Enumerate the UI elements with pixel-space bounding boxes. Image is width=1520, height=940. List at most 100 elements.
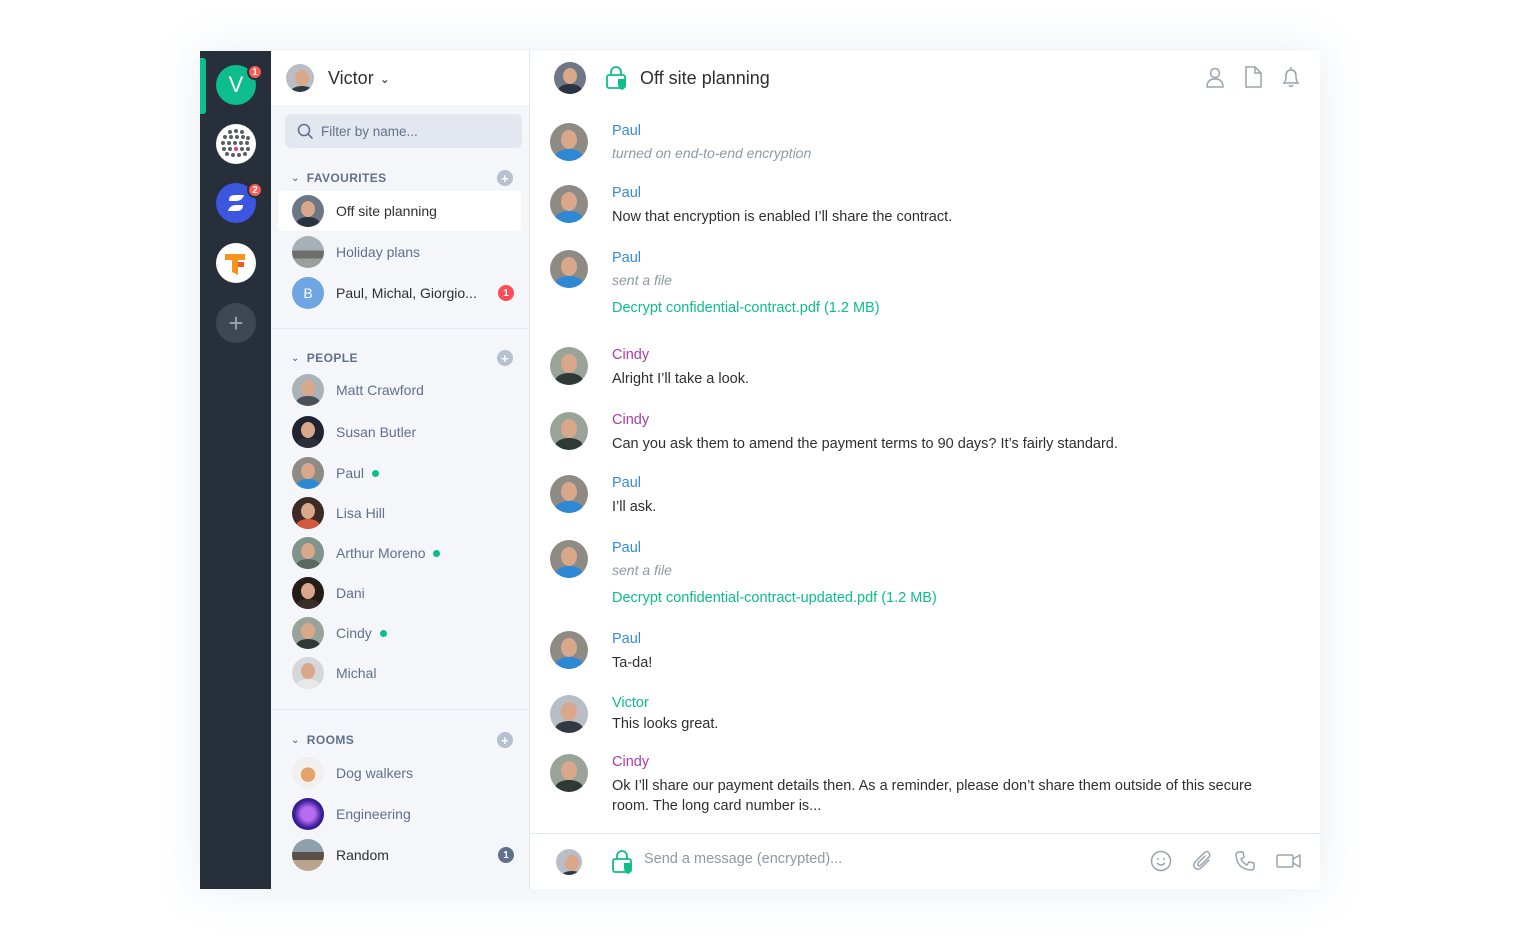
sender-name[interactable]: Paul bbox=[612, 185, 641, 201]
sender-name[interactable]: Paul bbox=[612, 250, 641, 266]
room-avatar bbox=[292, 236, 324, 268]
room-view: Off site planning Paul turned on end-to-… bbox=[530, 51, 1320, 889]
room-header: Off site planning bbox=[530, 51, 1320, 105]
people-header[interactable]: ⌄ PEOPLE + bbox=[271, 345, 529, 371]
room-item-engineering[interactable]: Engineering bbox=[278, 794, 521, 834]
section-divider bbox=[271, 709, 529, 710]
message-body-line-1: Ok I’ll share our payment details then. … bbox=[612, 778, 1252, 794]
sender-avatar[interactable] bbox=[550, 631, 588, 669]
sender-name[interactable]: Cindy bbox=[612, 412, 649, 428]
person-name: Matt Crawford bbox=[336, 382, 424, 398]
online-indicator bbox=[372, 469, 380, 477]
user-name: Victor bbox=[328, 67, 374, 88]
room-avatar: B bbox=[292, 277, 324, 309]
room-item-group-dm[interactable]: B Paul, Michal, Giorgio... 1 bbox=[278, 273, 521, 313]
room-item-holiday-plans[interactable]: Holiday plans bbox=[278, 232, 521, 272]
room-name: Dog walkers bbox=[336, 765, 414, 781]
message-body: I’ll ask. bbox=[612, 499, 657, 515]
room-name: Engineering bbox=[336, 806, 411, 822]
sender-name[interactable]: Paul bbox=[612, 475, 641, 491]
room-header-avatar[interactable] bbox=[554, 62, 586, 94]
person-name: Michal bbox=[336, 665, 377, 681]
blue-space-badge: 2 bbox=[247, 182, 263, 198]
sender-avatar[interactable] bbox=[550, 412, 588, 450]
message-body: Now that encryption is enabled I’ll shar… bbox=[612, 209, 953, 225]
sender-avatar[interactable] bbox=[550, 540, 588, 578]
dm-item-susan-butler[interactable]: Susan Butler bbox=[278, 412, 521, 452]
online-indicator bbox=[433, 549, 441, 557]
add-space-label: + bbox=[228, 307, 244, 338]
sender-name[interactable]: Paul bbox=[612, 540, 641, 556]
sender-avatar[interactable] bbox=[550, 754, 588, 792]
active-space-indicator bbox=[200, 58, 206, 114]
person-icon[interactable] bbox=[1204, 65, 1226, 89]
add-room-button[interactable]: + bbox=[497, 732, 513, 748]
people-section: ⌄ PEOPLE + bbox=[271, 345, 529, 371]
add-favourite-button[interactable]: + bbox=[497, 170, 513, 186]
sender-avatar[interactable] bbox=[550, 185, 588, 223]
room-name: Off site planning bbox=[336, 203, 437, 219]
message-notice: sent a file bbox=[612, 272, 672, 288]
sender-name[interactable]: Victor bbox=[612, 695, 649, 711]
sender-name[interactable]: Paul bbox=[612, 123, 641, 139]
add-space-button[interactable]: + bbox=[216, 303, 256, 343]
app-window: V 1 2 + Victor ⌄ Filter by name... ⌄ FAV… bbox=[200, 51, 1320, 889]
sender-name[interactable]: Paul bbox=[612, 631, 641, 647]
room-item-dog-walkers[interactable]: Dog walkers bbox=[278, 753, 521, 793]
sender-avatar[interactable] bbox=[550, 250, 588, 288]
person-name: Arthur Moreno bbox=[336, 545, 426, 561]
decrypt-file-link[interactable]: Decrypt confidential-contract-updated.pd… bbox=[612, 590, 937, 606]
person-avatar bbox=[292, 657, 324, 689]
person-avatar bbox=[292, 497, 324, 529]
dot-pattern-icon bbox=[221, 129, 250, 157]
message-body: This looks great. bbox=[612, 716, 719, 732]
unread-badge: 1 bbox=[498, 285, 514, 301]
rooms-header[interactable]: ⌄ ROOMS + bbox=[271, 727, 529, 753]
sender-name[interactable]: Cindy bbox=[612, 347, 649, 363]
phone-icon[interactable] bbox=[1234, 850, 1256, 872]
message-input[interactable] bbox=[644, 851, 1124, 867]
filter-input[interactable] bbox=[321, 123, 501, 139]
dm-item-michal[interactable]: Michal bbox=[278, 653, 521, 693]
sender-avatar[interactable] bbox=[550, 123, 588, 161]
message-body: Can you ask them to amend the payment te… bbox=[612, 436, 1118, 452]
bell-icon[interactable] bbox=[1280, 65, 1302, 89]
home-space-initial: V bbox=[228, 72, 244, 97]
dm-item-arthur-moreno[interactable]: Arthur Moreno bbox=[278, 533, 521, 573]
message-composer bbox=[530, 833, 1320, 889]
message-notice: turned on end-to-end encryption bbox=[612, 145, 812, 161]
person-name: Lisa Hill bbox=[336, 505, 386, 521]
paperclip-icon[interactable] bbox=[1192, 850, 1214, 872]
dm-item-cindy[interactable]: Cindy bbox=[278, 613, 521, 653]
dm-item-matt-crawford[interactable]: Matt Crawford bbox=[278, 370, 521, 410]
filter-box bbox=[285, 114, 522, 148]
file-icon[interactable] bbox=[1242, 65, 1264, 89]
unread-badge: 1 bbox=[498, 847, 514, 863]
room-name: Random bbox=[336, 847, 389, 863]
favourites-header[interactable]: ⌄ FAVOURITES + bbox=[271, 165, 529, 191]
start-chat-button[interactable]: + bbox=[497, 350, 513, 366]
message-body: Ta-da! bbox=[612, 655, 653, 671]
chevron-down-icon: ⌄ bbox=[379, 72, 390, 86]
sender-name[interactable]: Cindy bbox=[612, 754, 649, 770]
sender-avatar[interactable] bbox=[550, 475, 588, 513]
dm-item-dani[interactable]: Dani bbox=[278, 573, 521, 613]
person-name: Paul bbox=[336, 465, 365, 481]
user-menu-button[interactable]: Victor ⌄ bbox=[271, 51, 529, 105]
dm-item-paul[interactable]: Paul bbox=[278, 453, 521, 493]
sender-avatar[interactable] bbox=[550, 695, 588, 733]
orange-space-icon[interactable] bbox=[216, 243, 256, 283]
dm-item-lisa-hill[interactable]: Lisa Hill bbox=[278, 493, 521, 533]
rooms-section: ⌄ ROOMS + bbox=[271, 727, 529, 753]
orange-logo-icon bbox=[225, 254, 245, 275]
room-item-random[interactable]: Random 1 bbox=[278, 835, 521, 875]
emoji-icon[interactable] bbox=[1150, 850, 1172, 872]
room-avatar bbox=[292, 839, 324, 871]
decrypt-file-link[interactable]: Decrypt confidential-contract.pdf (1.2 M… bbox=[612, 300, 880, 316]
person-avatar bbox=[292, 416, 324, 448]
video-icon[interactable] bbox=[1276, 850, 1302, 872]
sender-avatar[interactable] bbox=[550, 347, 588, 385]
dots-space-icon[interactable] bbox=[216, 124, 256, 164]
section-divider bbox=[271, 328, 529, 329]
room-item-off-site-planning[interactable]: Off site planning bbox=[278, 191, 521, 231]
